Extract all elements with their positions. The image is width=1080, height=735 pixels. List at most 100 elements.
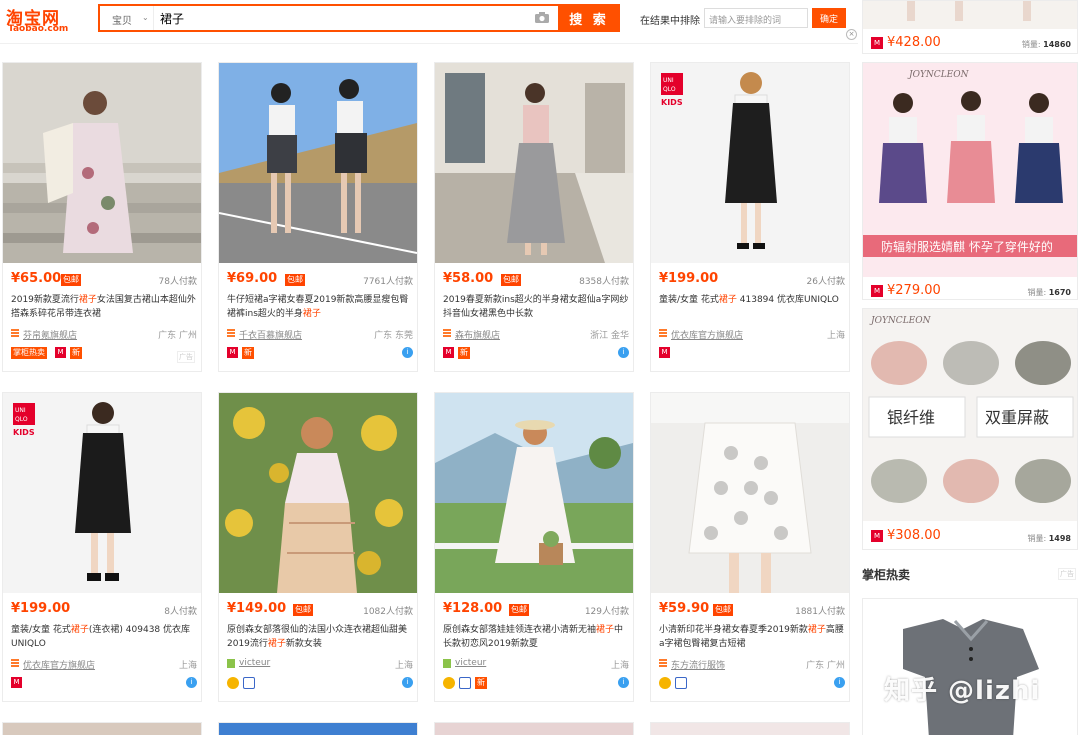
search-input[interactable] (158, 6, 528, 30)
product-image[interactable] (435, 63, 633, 263)
side-ad-card[interactable]: JOYNCLEON 银纤维 双重屏蔽 M ¥308.00 销量: 1498 (862, 308, 1078, 550)
shop-link[interactable]: 芬帛氪旗舰店 (23, 328, 77, 341)
product-image[interactable] (219, 393, 417, 593)
product-card[interactable]: ¥128.00 包邮 129人付款 原创森女部落娃娃领连衣裙小清新无袖裙子中长款… (434, 392, 634, 702)
product-card[interactable]: ¥59.90 包邮 1881人付款 小清新印花半身裙女春夏季2019新款裙子高腰… (650, 392, 850, 702)
shop-link[interactable]: 优衣库官方旗舰店 (671, 328, 743, 341)
new-badge[interactable]: 新 (475, 677, 487, 689)
sales-count: 8358人付款 (579, 277, 629, 287)
free-shipping-badge: 包邮 (285, 274, 305, 286)
product-image[interactable] (651, 393, 849, 593)
shield-icon[interactable] (675, 677, 687, 689)
title-text: 2019新款夏流行 (11, 295, 79, 305)
shop-link[interactable]: 东方流行服饰 (671, 658, 725, 671)
side-ad-card[interactable]: M ¥428.00 销量: 14860 (862, 0, 1078, 54)
camera-icon[interactable] (534, 11, 550, 24)
tmall-icon[interactable]: M (11, 677, 22, 688)
new-badge[interactable]: 新 (242, 347, 254, 359)
product-title[interactable]: 童装/女童 花式裙子(连衣裙) 409438 优衣库UNIQLO (11, 623, 197, 651)
side-ad-image[interactable] (863, 1, 1077, 29)
close-icon[interactable]: × (846, 29, 857, 40)
taobao-logo[interactable]: 淘宝网 Taobao.com (6, 4, 78, 36)
gold-medal-icon[interactable] (659, 677, 671, 689)
side-ad-sales: 销量: 1670 (1027, 287, 1071, 298)
product-title[interactable]: 2019新款夏流行裙子女法国复古裙山本超仙外搭森系碎花吊带连衣裙 (11, 293, 197, 321)
info-icon[interactable]: i (402, 677, 413, 688)
product-image[interactable] (3, 63, 201, 263)
tmall-icon[interactable]: M (871, 285, 883, 297)
shop-link[interactable]: 优衣库官方旗舰店 (23, 658, 95, 671)
product-title[interactable]: 小清新印花半身裙女春夏季2019新款裙子高腰a字裙包臀裙复古短裙 (659, 623, 845, 651)
product-card[interactable]: ¥58.00 包邮 8358人付款 2019春夏新款ins超火的半身裙女超仙a字… (434, 62, 634, 372)
new-badge[interactable]: 新 (70, 347, 82, 359)
product-card[interactable] (434, 722, 634, 735)
info-icon[interactable]: i (186, 677, 197, 688)
product-title[interactable]: 原创森女部落很仙的法国小众连衣裙超仙甜美2019流行裙子新款女装 (227, 623, 413, 651)
title-keyword: 裙子 (267, 639, 286, 649)
tmall-icon[interactable]: M (443, 347, 454, 358)
price-row: ¥149.00 包邮 1082人付款 (227, 601, 413, 619)
product-card[interactable]: UNI QLO KIDS ¥199.00 26人付款 童装/女童 花式裙子 41… (650, 62, 850, 372)
shop-location: 上海 (610, 661, 629, 671)
product-card[interactable] (650, 722, 850, 735)
tmall-icon[interactable]: M (871, 530, 883, 542)
gold-medal-icon[interactable] (443, 677, 455, 689)
product-title[interactable]: 牛仔短裙a字裙女春夏2019新款高腰显瘦包臀裙裤ins超火的半身裙子 (227, 293, 413, 321)
side-ad-image[interactable] (863, 599, 1077, 735)
product-card[interactable] (2, 722, 202, 735)
ad-label: 广告 (1058, 568, 1076, 580)
tmall-icon[interactable]: M (871, 37, 883, 49)
exclude-input[interactable]: 请输入要排除的词 (704, 8, 808, 28)
product-title[interactable]: 2019春夏新款ins超火的半身裙女超仙a字网纱抖音仙女裙黑色中长款 (443, 293, 629, 321)
shop-row: 森布旗舰店 浙江 金华 (443, 327, 629, 341)
tmall-icon[interactable]: M (55, 347, 66, 358)
side-ad-card[interactable]: JOYNCLEON 防辐射服选婧麒 怀孕了穿件好的 M ¥279.00 销量: … (862, 62, 1078, 300)
new-badge[interactable]: 新 (458, 347, 470, 359)
shop-link[interactable]: victeur (239, 658, 270, 668)
svg-text:KIDS: KIDS (13, 428, 35, 437)
product-image[interactable]: UNI QLO KIDS (651, 63, 849, 263)
shop-link[interactable]: victeur (455, 658, 486, 668)
price-row: ¥69.00 包邮 7761人付款 (227, 271, 413, 289)
product-title[interactable]: 童装/女童 花式裙子 413894 优衣库UNIQLO (659, 293, 845, 307)
tmall-icon[interactable]: M (227, 347, 238, 358)
side-ad-card[interactable] (862, 598, 1078, 735)
product-image[interactable] (219, 723, 417, 735)
free-shipping-badge: 包邮 (61, 274, 81, 286)
side-ad-image[interactable]: JOYNCLEON 银纤维 双重屏蔽 (863, 309, 1077, 521)
product-title[interactable]: 原创森女部落娃娃领连衣裙小清新无袖裙子中长款初恋风2019新款夏 (443, 623, 629, 651)
info-icon[interactable]: i (618, 677, 629, 688)
info-icon[interactable]: i (834, 677, 845, 688)
gold-medal-icon[interactable] (227, 677, 239, 689)
info-icon[interactable]: i (402, 347, 413, 358)
shop-location: 上海 (394, 661, 413, 671)
product-image[interactable] (651, 723, 849, 735)
side-ad-price: ¥279.00 (887, 283, 941, 298)
shield-icon[interactable] (243, 677, 255, 689)
shop-link[interactable]: 千衣百慕旗舰店 (239, 328, 302, 341)
exclude-confirm-button[interactable]: 确定 (812, 8, 846, 28)
shop-row: 东方流行服饰 广东 广州 (659, 657, 845, 671)
product-card[interactable] (218, 722, 418, 735)
shop-location: 广东 东莞 (374, 331, 413, 341)
product-image[interactable] (3, 723, 201, 735)
search-button[interactable]: 搜 索 (558, 4, 620, 32)
side-ad-image[interactable]: JOYNCLEON 防辐射服选婧麒 怀孕了穿件好的 (863, 63, 1077, 277)
hot-seller-badge[interactable]: 掌柜热卖 (11, 347, 47, 359)
product-card[interactable]: ¥65.00 包邮 78人付款 2019新款夏流行裙子女法国复古裙山本超仙外搭森… (2, 62, 202, 372)
shield-icon[interactable] (459, 677, 471, 689)
tmall-icon[interactable]: M (659, 347, 670, 358)
side-ad-sales: 销量: 14860 (1022, 39, 1071, 50)
product-image[interactable]: UNI QLO KIDS (3, 393, 201, 593)
product-card[interactable]: ¥149.00 包邮 1082人付款 原创森女部落很仙的法国小众连衣裙超仙甜美2… (218, 392, 418, 702)
brand-logo: JOYNCLEON (907, 70, 970, 80)
product-image[interactable] (219, 63, 417, 263)
info-icon[interactable]: i (618, 347, 629, 358)
shop-row: victeur 上海 (227, 657, 413, 671)
product-card[interactable]: ¥69.00 包邮 7761人付款 牛仔短裙a字裙女春夏2019新款高腰显瘦包臀… (218, 62, 418, 372)
shop-link[interactable]: 森布旗舰店 (455, 328, 500, 341)
product-image[interactable] (435, 723, 633, 735)
product-image[interactable] (435, 393, 633, 593)
search-category-select[interactable]: 宝贝 ⌄ (100, 6, 154, 30)
product-card[interactable]: UNI QLO KIDS ¥199.00 8人付款 童装/女童 花式裙子(连衣裙… (2, 392, 202, 702)
